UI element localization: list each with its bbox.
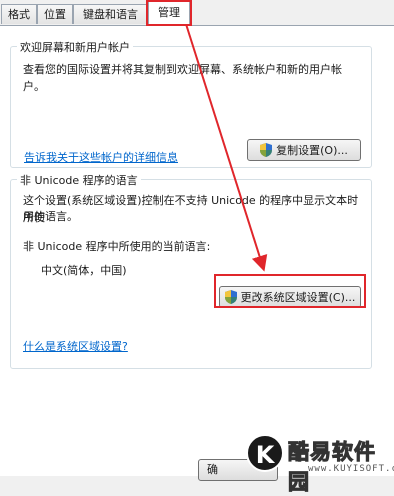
tab-location[interactable]: 位置: [37, 4, 73, 24]
watermark: K 酷易软件园 www.KUYISOFT.com: [246, 430, 394, 495]
account-details-link[interactable]: 告诉我关于这些帐户的详细信息: [24, 149, 178, 165]
tab-strip: 格式 位置 键盘和语言 管理: [0, 0, 394, 26]
welcome-group-title: 欢迎屏幕和新用户帐户: [17, 39, 133, 55]
copy-settings-label: 复制设置(O)...: [276, 144, 348, 157]
tab-format[interactable]: 格式: [1, 4, 37, 24]
tab-administrative[interactable]: 管理: [148, 1, 190, 26]
uac-shield-icon: [224, 290, 237, 304]
watermark-logo-icon: K: [246, 434, 284, 472]
unicode-group-title: 非 Unicode 程序的语言: [17, 172, 141, 188]
administrative-panel: 欢迎屏幕和新用户帐户 查看您的国际设置并将其复制到欢迎屏幕、系统帐户和新的用户帐…: [0, 25, 394, 476]
change-system-locale-button[interactable]: 更改系统区域设置(C)...: [219, 286, 361, 308]
current-language-label: 非 Unicode 程序中所使用的当前语言:: [23, 240, 211, 253]
tab-keyboard-language[interactable]: 键盘和语言: [73, 4, 148, 24]
uac-shield-icon: [260, 143, 273, 157]
change-system-locale-label: 更改系统区域设置(C)...: [240, 291, 356, 304]
copy-settings-button[interactable]: 复制设置(O)...: [247, 139, 361, 161]
current-language-value: 中文(简体，中国): [41, 264, 127, 277]
watermark-url: www.KUYISOFT.com: [308, 464, 394, 474]
system-locale-help-link[interactable]: 什么是系统区域设置?: [23, 338, 128, 354]
unicode-description-line2: 用的语言。: [23, 210, 78, 223]
unicode-group: 非 Unicode 程序的语言 这个设置(系统区域设置)控制在不支持 Unico…: [10, 172, 372, 369]
welcome-description: 查看您的国际设置并将其复制到欢迎屏幕、系统帐户和新的用户帐户。: [23, 63, 342, 93]
